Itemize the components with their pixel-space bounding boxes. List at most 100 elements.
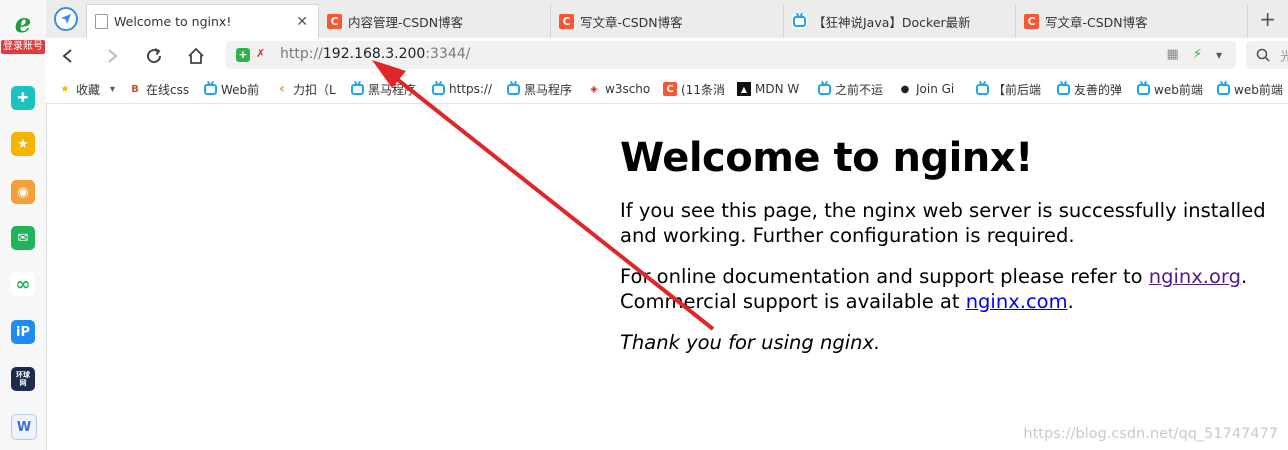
bookmark-item[interactable]: https:// [431,80,495,98]
thanks-paragraph: Thank you for using nginx. [620,330,1280,355]
nginx-com-link[interactable]: nginx.com [966,290,1068,313]
bookmark-label: 在线css [146,82,190,97]
new-tab-icon[interactable]: + [1259,7,1276,31]
bookmark-item[interactable]: ★ 收藏 ▾ [58,80,116,98]
bilibili-icon [203,82,217,96]
sidebar-plus-cross-icon[interactable]: ✚ [11,86,35,110]
tab-title: 【狂神说Java】Docker最新 [813,14,971,30]
back-arrow-icon [62,49,72,63]
home-button[interactable] [184,44,208,68]
bookmark-label: 友善的弹 [1074,82,1123,97]
mail-icon: ✉ [17,230,29,246]
back-button[interactable] [56,44,80,68]
plus-cross-icon: ✚ [17,90,29,106]
github-icon: ● [900,83,910,95]
bookmark-label: 力扣（L [293,82,336,97]
commercial-period: . [1067,290,1074,313]
bookmark-label: web前端 [1234,82,1283,97]
forward-button[interactable] [100,44,124,68]
browser-tab[interactable]: 【狂神说Java】Docker最新 [784,4,1016,38]
bookmark-item[interactable]: web前端 [1136,80,1204,98]
browser-tab[interactable]: C 写文章-CSDN博客 [1016,4,1248,38]
ip-app-icon: iP [16,324,30,340]
bookmark-item[interactable]: 【前后端 [975,80,1043,98]
star-icon: ★ [17,136,29,152]
search-icon [1256,48,1270,62]
doc-period: . [1240,265,1248,288]
script-blocked-icon[interactable]: ✗ [256,47,265,60]
bookmark-item[interactable]: web前端 [1216,80,1284,98]
lightning-icon[interactable]: ⚡ [1193,47,1202,62]
nginx-welcome-page: Welcome to nginx! If you see this page, … [620,134,1280,355]
chevron-down-icon[interactable]: ▾ [110,84,115,95]
close-tab-icon[interactable]: ✕ [296,14,308,30]
documentation-paragraph: For online documentation and support ple… [620,264,1280,314]
bookmark-label: https:// [449,82,493,96]
url-port: :3344/ [425,46,471,62]
url-host: 192.168.3.200 [322,46,426,62]
tab-title: 写文章-CSDN博客 [580,14,683,30]
leetcode-icon: ‹ [279,81,285,97]
doc-text: For online documentation and support ple… [620,265,1149,288]
url-text[interactable]: http://192.168.3.200:3344/ [280,46,470,62]
address-bar[interactable]: + ✗ http://192.168.3.200:3344/ ▦ ⚡ ▾ [226,41,1236,69]
sidebar-huanqiu-icon[interactable]: 环球网 [11,367,35,391]
qr-code-icon[interactable]: ▦ [1167,47,1179,62]
bilibili-icon [792,13,807,29]
sidebar-weibo-icon[interactable]: ◉ [11,180,35,204]
browser-tab[interactable]: C 写文章-CSDN博客 [551,4,784,38]
bookmark-item[interactable]: C (11条消 [663,80,725,98]
bookmark-item[interactable]: ‹ 力扣（L [275,80,339,98]
navigation-toolbar: + ✗ http://192.168.3.200:3344/ ▦ ⚡ ▾ 光 [46,38,1288,74]
bookmark-item[interactable]: ● Join Gi [898,80,962,98]
sidebar-star-icon[interactable]: ★ [11,132,35,156]
tab-title: 写文章-CSDN博客 [1045,14,1148,30]
reload-button[interactable] [142,44,166,68]
security-shield-icon[interactable]: + [236,48,250,62]
nginx-org-link[interactable]: nginx.org [1149,265,1241,288]
bookmark-label: 【前后端 [993,82,1042,97]
w3school-icon: ◈ [590,83,598,95]
page-icon [95,14,108,29]
bookmark-item[interactable]: Web前 [203,80,265,98]
bookmark-item[interactable]: 黑马程序 [506,80,574,98]
bookmark-label: 收藏 [76,82,101,97]
home-icon [188,47,204,64]
intro-paragraph: If you see this page, the nginx web serv… [620,199,1266,247]
star-icon: ★ [60,83,70,95]
browser-tab[interactable]: C 内容管理-CSDN博客 [319,4,551,38]
search-engine-label: 光 [1280,50,1288,65]
tab-title: 内容管理-CSDN博客 [348,14,464,30]
bookmark-label: 黑马程序 [524,82,573,97]
mdn-icon: ▲ [737,82,751,96]
bilibili-icon [1056,82,1070,96]
bookmark-item[interactable]: 友善的弹 [1056,80,1124,98]
bilibili-icon [431,82,445,96]
bookmark-item[interactable]: B 在线css [128,80,190,98]
csdn-icon: C [559,13,574,29]
bookmark-item[interactable]: ◈ w3scho [587,80,651,98]
weibo-icon: ◉ [17,184,29,200]
search-box[interactable]: 光 [1246,41,1288,69]
bilibili-icon [975,82,989,96]
sidebar-loop-icon[interactable]: ∞ [11,272,35,296]
browser-logo[interactable]: e 登录账号 [0,8,46,60]
bookmark-item[interactable]: ▲ MDN W [737,80,805,98]
browser-tab[interactable]: Welcome to nginx! ✕ [86,4,319,38]
sidebar-mail-icon[interactable]: ✉ [11,226,35,250]
navigation-compass-icon[interactable] [54,7,78,31]
bookmark-label: MDN W [755,82,800,96]
chevron-down-icon[interactable]: ▾ [1216,48,1222,62]
bookmark-item[interactable]: 黑马程序 [350,80,416,98]
bilibili-icon [350,82,364,96]
bookmark-label: Join Gi [916,82,955,96]
bookmark-b-icon: B [131,83,139,95]
browser-sidebar: e 登录账号 ✚ ★ ◉ ✉ ∞ iP 环球网 W [0,0,47,450]
login-account-label[interactable]: 登录账号 [1,40,45,54]
sidebar-ip-app-icon[interactable]: iP [11,320,35,344]
bookmark-item[interactable]: 之前不运 [817,80,885,98]
bilibili-icon [506,82,520,96]
sidebar-word-doc-icon[interactable]: W [11,414,37,440]
bilibili-icon [817,82,831,96]
forward-arrow-icon [108,49,118,63]
